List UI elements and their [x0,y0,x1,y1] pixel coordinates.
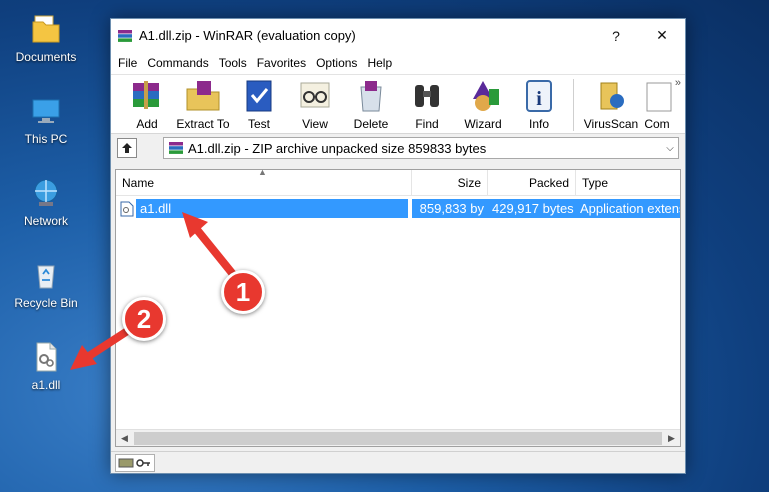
menu-help[interactable]: Help [362,56,397,70]
toolbar: Add Extract To Test View Delete Find Wiz… [111,74,685,134]
desktop-icon-label: Recycle Bin [14,296,78,310]
horizontal-scrollbar[interactable]: ◀ ▶ [116,429,680,446]
desktop-icon-label: a1.dll [31,378,61,392]
view-glasses-icon [300,82,330,108]
up-folder-button[interactable] [117,138,137,158]
close-button[interactable]: ✕ [639,19,685,52]
find-binoculars-icon [415,85,439,107]
window-title: A1.dll.zip - WinRAR (evaluation copy) [139,28,356,43]
archive-path-text: A1.dll.zip - ZIP archive unpacked size 8… [188,140,487,156]
comment-label: Com [644,117,670,131]
step-badge-1: 1 [221,270,265,314]
svg-text:i: i [536,88,542,110]
dll-file-icon [120,201,134,216]
column-header-row: Name Size Packed Type ▲ [116,167,680,196]
add-button[interactable]: Add [119,75,175,131]
sort-caret-icon: ▲ [258,167,267,177]
folder-icon [32,15,60,43]
dll-file-icon [36,342,57,372]
info-button[interactable]: i Info [511,75,567,131]
file-packed: 429,917 bytes [488,199,576,218]
desktop-icon-this-pc[interactable]: This PC [6,94,86,146]
info-label: Info [528,117,549,131]
extract-to-button[interactable]: Extract To [175,75,231,131]
view-label: View [302,117,328,131]
column-header-size[interactable]: Size [412,170,488,195]
step-badge-2: 2 [122,297,166,341]
desktop-icon-a1-dll[interactable]: a1.dll [6,340,86,392]
scroll-left-icon[interactable]: ◀ [116,433,133,444]
column-size-label: Size [457,175,481,190]
delete-button[interactable]: Delete [343,75,399,131]
file-type: Application extens [576,199,680,218]
file-name: a1.dll [136,199,408,218]
help-button[interactable]: ? [593,19,639,52]
archive-icon [169,142,183,154]
scroll-thumb[interactable] [134,431,662,445]
up-arrow-icon [122,143,132,153]
test-label: Test [247,117,270,131]
menu-tools[interactable]: Tools [214,56,252,70]
extract-folder-icon [186,81,220,111]
desktop-icon-network[interactable]: Network [6,176,86,228]
test-icon [246,80,272,112]
chevron-down-icon[interactable]: ⌵ [662,143,678,154]
computer-icon [32,99,60,123]
delete-label: Delete [353,117,389,131]
test-button[interactable]: Test [231,75,287,131]
find-button[interactable]: Find [399,75,455,131]
column-packed-label: Packed [528,175,569,190]
delete-icon [360,81,382,112]
file-list: Name Size Packed Type ▲ a1.dll 859,833 b… [115,167,681,447]
scroll-right-icon[interactable]: ▶ [663,433,680,444]
recycle-bin-icon [37,265,55,289]
drive-key-icon[interactable] [115,453,155,472]
desktop-icon-documents[interactable]: Documents [6,12,86,64]
file-name-cell: a1.dll [116,199,412,218]
winrar-app-icon [118,29,132,42]
info-icon: i [526,80,552,112]
file-size: 859,833 by [412,199,488,218]
view-button[interactable]: View [287,75,343,131]
comment-icon [646,82,672,112]
winrar-window: A1.dll.zip - WinRAR (evaluation copy) ? … [110,18,686,474]
desktop-icon-label: Documents [15,50,77,64]
comment-button[interactable]: Com [642,75,672,131]
add-label: Add [136,117,158,131]
wizard-button[interactable]: Wizard [455,75,511,131]
drive-icon [118,458,150,467]
path-bar: A1.dll.zip - ZIP archive unpacked size 8… [111,134,685,162]
virusscan-icon [600,82,624,110]
menu-file[interactable]: File [113,56,142,70]
title-bar[interactable]: A1.dll.zip - WinRAR (evaluation copy) ? … [111,19,685,52]
network-icon [34,179,58,206]
toolbar-overflow-chevron[interactable]: » [675,77,681,89]
column-header-type[interactable]: Type [576,170,680,195]
column-header-packed[interactable]: Packed [488,170,576,195]
toolbar-separator [573,79,574,131]
menu-favorites[interactable]: Favorites [252,56,311,70]
menu-options[interactable]: Options [311,56,362,70]
wizard-icon [473,81,499,111]
add-archive-icon [133,81,159,109]
virusscan-label: VirusScan [583,117,639,131]
wizard-label: Wizard [464,117,502,131]
desktop-icon-label: This PC [24,132,68,146]
virusscan-button[interactable]: VirusScan [580,75,642,131]
archive-path-dropdown[interactable]: A1.dll.zip - ZIP archive unpacked size 8… [163,137,679,159]
menu-commands[interactable]: Commands [142,56,213,70]
desktop-icon-label: Network [23,214,68,228]
table-row[interactable]: a1.dll 859,833 by 429,917 bytes Applicat… [116,199,680,218]
column-name-label: Name [122,175,155,190]
column-type-label: Type [582,175,609,190]
desktop-icon-recycle-bin[interactable]: Recycle Bin [6,258,86,310]
status-bar [111,451,685,473]
extract-to-label: Extract To [176,117,230,131]
menu-bar: File Commands Tools Favorites Options He… [111,52,685,74]
find-label: Find [415,117,439,131]
